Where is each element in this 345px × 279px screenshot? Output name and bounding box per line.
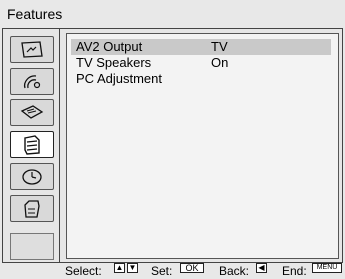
setting-label: AV2 Output — [76, 39, 143, 54]
setting-row-tv-speakers[interactable]: TV Speakers On — [71, 55, 331, 71]
down-arrow-key-icon: ▼ — [127, 263, 138, 273]
tab-setup[interactable] — [10, 195, 54, 222]
screen-icon — [20, 104, 44, 119]
up-arrow-key-icon: ▲ — [114, 263, 125, 273]
sidebar-empty-slot — [10, 233, 54, 260]
ok-key-icon: OK — [180, 263, 204, 273]
tab-picture[interactable] — [10, 36, 54, 63]
timer-icon — [22, 168, 42, 185]
menu-key-icon: MENU — [312, 263, 342, 273]
tab-features[interactable] — [10, 131, 54, 158]
category-sidebar — [3, 29, 60, 262]
features-icon — [24, 134, 40, 155]
back-arrow-key-icon: ◀ — [256, 263, 267, 273]
setup-icon — [24, 199, 40, 218]
menu-frame: AV2 Output TV TV Speakers On PC Adjustme… — [2, 28, 343, 263]
back-hint: Back: — [219, 264, 250, 278]
tab-timer[interactable] — [10, 163, 54, 190]
settings-list: AV2 Output TV TV Speakers On PC Adjustme… — [66, 33, 339, 259]
key-guide: Select: ▲ ▼ Set: OK Back: ◀ End: MENU — [0, 263, 345, 279]
sound-icon — [23, 74, 41, 88]
picture-icon — [21, 40, 43, 58]
select-hint: Select: — [65, 264, 102, 278]
menu-title: Features — [7, 6, 63, 22]
tab-screen[interactable] — [10, 99, 54, 126]
setting-value: TV — [211, 39, 228, 54]
setting-row-pc-adjustment[interactable]: PC Adjustment — [71, 71, 331, 87]
setting-label: PC Adjustment — [76, 71, 162, 86]
set-hint: Set: — [151, 264, 173, 278]
setting-row-av2-output[interactable]: AV2 Output TV — [71, 39, 331, 55]
end-hint: End: — [282, 264, 307, 278]
tab-sound[interactable] — [10, 68, 54, 95]
setting-label: TV Speakers — [76, 55, 152, 70]
setting-value: On — [211, 55, 229, 70]
